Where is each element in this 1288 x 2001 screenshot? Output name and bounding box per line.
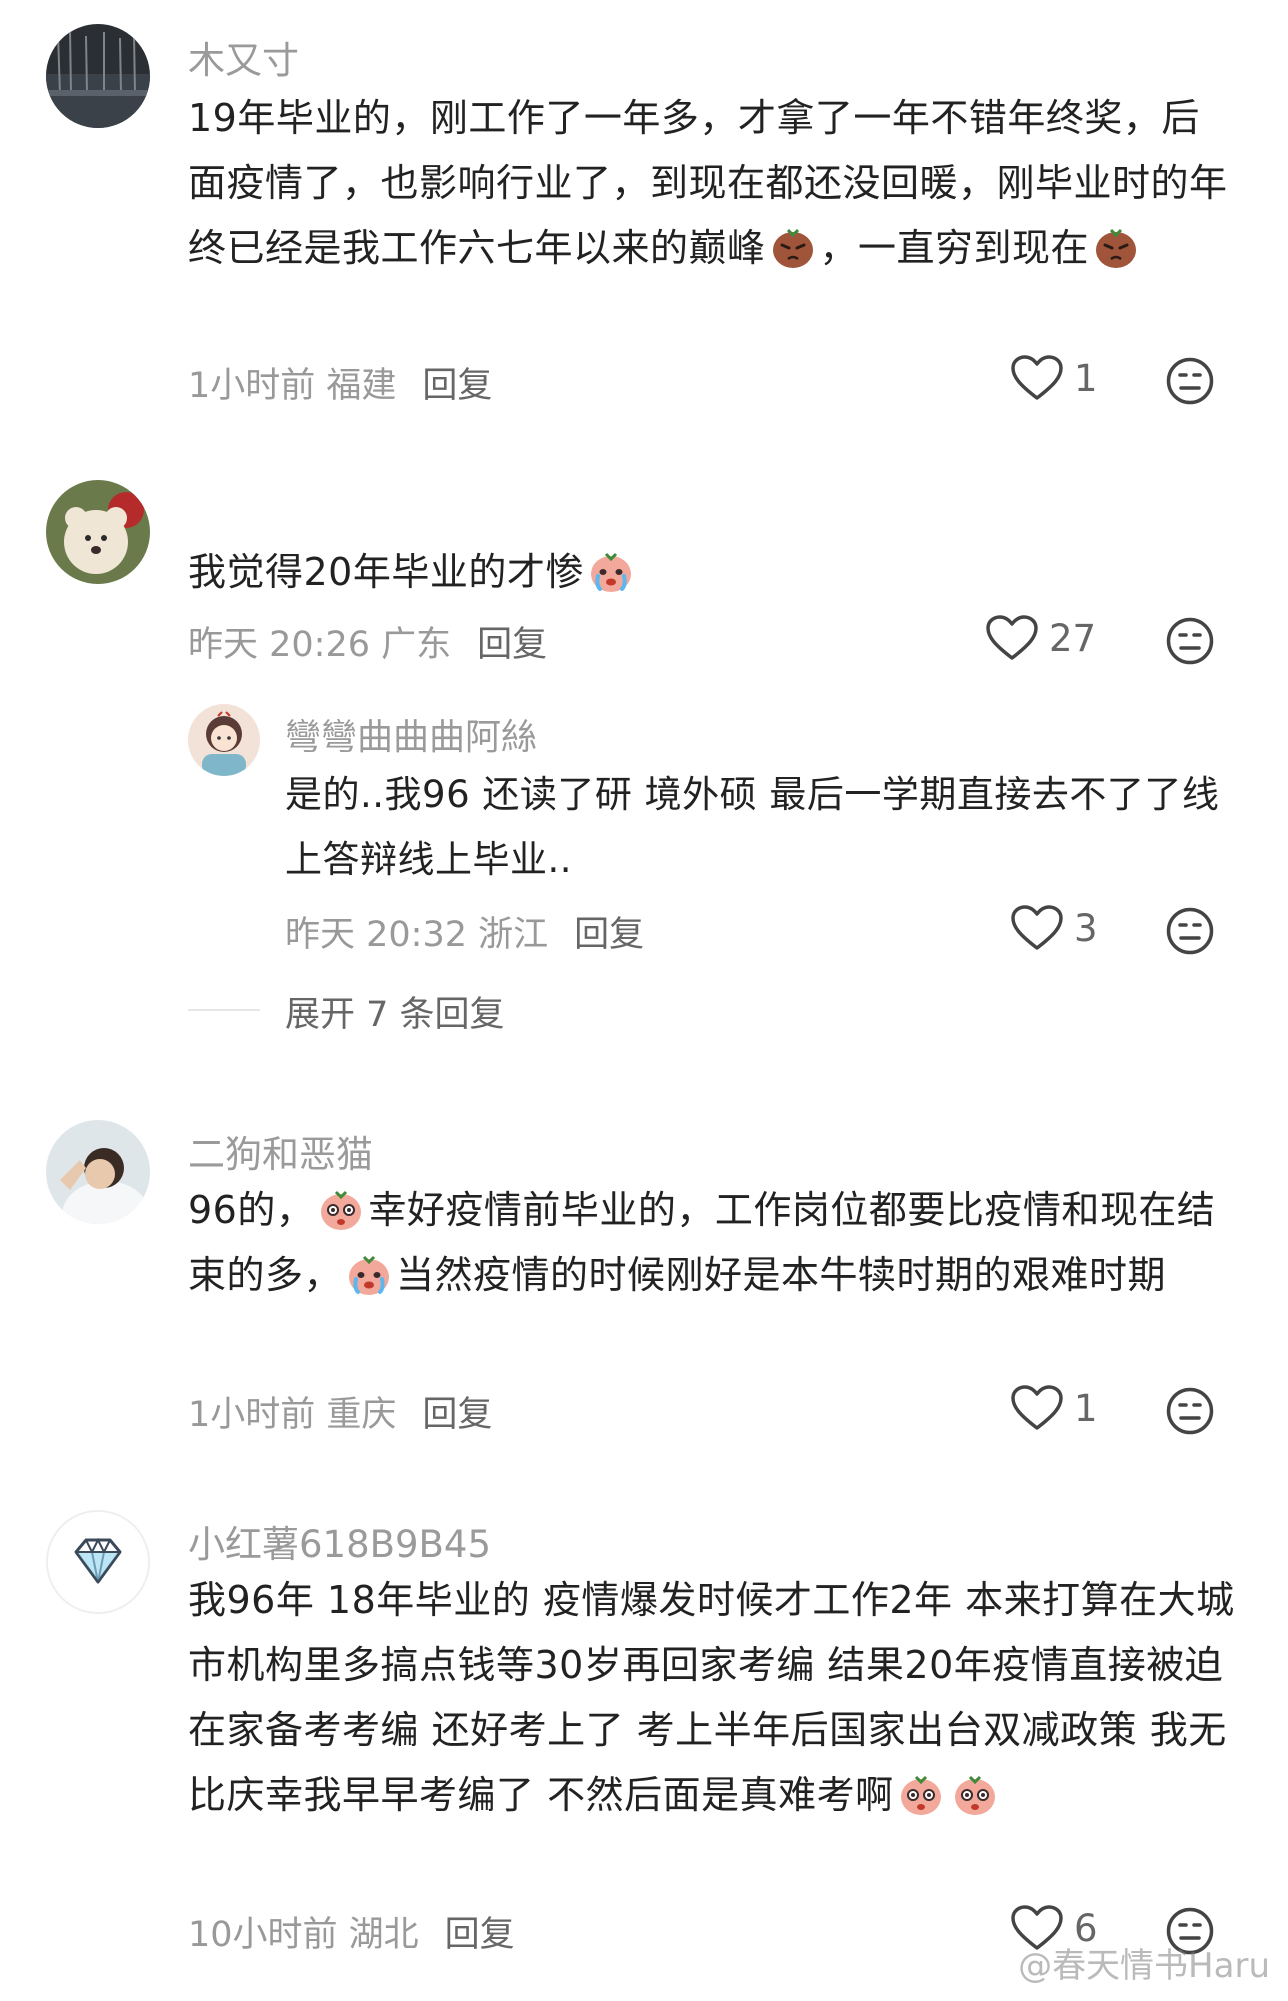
like-count: 1	[1074, 356, 1098, 400]
avatar[interactable]	[46, 1510, 150, 1614]
time-location: 1小时前 重庆	[188, 1395, 397, 1435]
watermark: @春天情书Haru	[1018, 1946, 1270, 1986]
heart-icon	[985, 614, 1039, 662]
username[interactable]: 小红薯618B9B45	[188, 1514, 491, 1568]
comment-text-segment: 96的，	[188, 1188, 315, 1232]
potato-angry-icon	[1091, 221, 1141, 271]
reply-text: 是的..我96 还读了研 境外硕 最后一学期直接去不了了线上答辩线上毕业..	[285, 773, 1220, 881]
reply-button[interactable]: 回复	[445, 1915, 515, 1955]
reply-button[interactable]: 回复	[574, 915, 644, 955]
comment-text: 我觉得20年毕业的才惨	[188, 540, 1238, 605]
expand-replies-button[interactable]: 展开 7 条回复	[285, 986, 505, 1037]
potato-angry-icon	[768, 221, 818, 271]
comment-meta: 1小时前 重庆 回复	[188, 1386, 492, 1437]
dislike-icon[interactable]	[1165, 1386, 1215, 1436]
like-button[interactable]: 1	[1010, 1384, 1098, 1432]
avatar[interactable]	[46, 480, 150, 584]
reply-meta: 昨天 20:32 浙江 回复	[285, 906, 644, 957]
avatar[interactable]	[46, 24, 150, 128]
potato-scared-icon	[896, 1768, 946, 1818]
divider	[188, 1009, 260, 1011]
time-location: 1小时前 福建	[188, 366, 397, 406]
username[interactable]: 木又寸	[188, 30, 299, 84]
like-count: 1	[1074, 1386, 1098, 1430]
like-button[interactable]: 3	[1010, 904, 1098, 952]
avatar[interactable]	[46, 1120, 150, 1224]
heart-icon	[1010, 1384, 1064, 1432]
potato-scared-icon	[950, 1768, 1000, 1818]
potato-cry-icon	[344, 1248, 394, 1298]
heart-icon	[1010, 904, 1064, 952]
reply-avatar[interactable]	[188, 704, 260, 776]
username[interactable]: 二狗和恶猫	[188, 1124, 373, 1178]
like-button[interactable]: 1	[1010, 354, 1098, 402]
potato-scared-icon	[316, 1183, 366, 1233]
dislike-icon[interactable]	[1165, 356, 1215, 406]
comment-meta: 1小时前 福建 回复	[188, 357, 492, 408]
comment-text: 19年毕业的，刚工作了一年多，才拿了一年不错年终奖，后面疫情了，也影响行业了，到…	[188, 86, 1238, 281]
comment-text: 我96年 18年毕业的 疫情爆发时候才工作2年 本来打算在大城市机构里多搞点钱等…	[188, 1568, 1238, 1828]
comment-text-segment: 我觉得20年毕业的才惨	[188, 550, 584, 594]
dislike-icon[interactable]	[1165, 616, 1215, 666]
reply-button[interactable]: 回复	[477, 625, 547, 665]
reply-button[interactable]: 回复	[422, 1395, 492, 1435]
time-location: 昨天 20:32 浙江	[285, 915, 549, 955]
like-button[interactable]: 27	[985, 614, 1096, 662]
heart-icon	[1010, 354, 1064, 402]
comment-meta: 昨天 20:26 广东 回复	[188, 616, 547, 667]
comment-text-segment: ，一直穷到现在	[819, 226, 1090, 270]
dislike-icon[interactable]	[1165, 906, 1215, 956]
reply-username[interactable]: 彎彎曲曲曲阿絲	[285, 708, 537, 760]
like-count: 27	[1049, 616, 1097, 660]
comment-text-segment: 我96年 18年毕业的 疫情爆发时候才工作2年 本来打算在大城市机构里多搞点钱等…	[188, 1578, 1235, 1817]
comment-text: 96的， 幸好疫情前毕业的，工作岗位都要比疫情和现在结束的多， 当然疫情的时候刚好是…	[188, 1178, 1238, 1308]
time-location: 昨天 20:26 广东	[188, 625, 452, 665]
reply-button[interactable]: 回复	[422, 366, 492, 406]
potato-cry-icon	[586, 545, 636, 595]
comment-meta: 10小时前 湖北 回复	[188, 1906, 515, 1957]
like-count: 3	[1074, 906, 1098, 950]
comment-text-segment: 当然疫情的时候刚好是本牛犊时期的艰难时期	[396, 1253, 1167, 1297]
time-location: 10小时前 湖北	[188, 1915, 419, 1955]
